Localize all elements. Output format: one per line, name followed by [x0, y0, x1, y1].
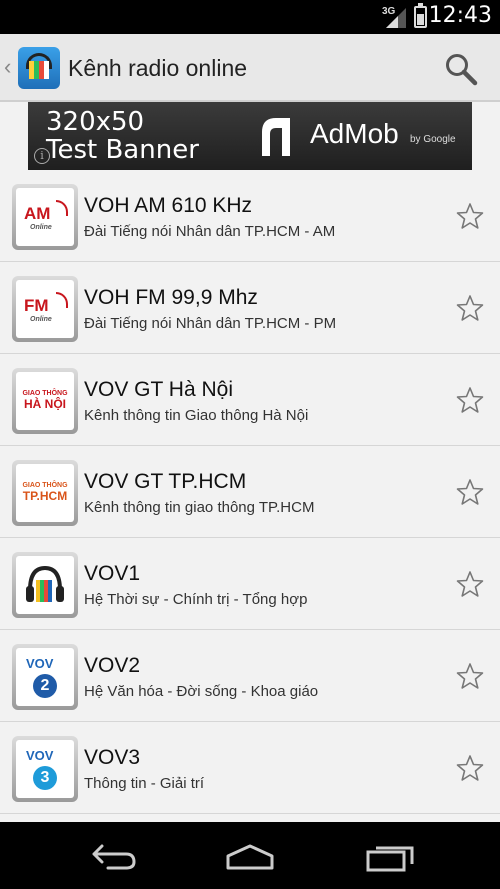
ad-test-text: 320x50 Test Banner [46, 107, 199, 165]
signal-icon [386, 8, 406, 28]
headphones-icon [22, 562, 68, 608]
recents-icon[interactable] [364, 842, 416, 872]
admob-brand: AdMob [310, 118, 399, 149]
station-logo-sub: Online [30, 316, 52, 323]
station-desc: Kênh thông tin giao thông TP.HCM [84, 499, 315, 516]
station-name: VOV1 [84, 562, 141, 585]
station-desc: Đài Tiếng nói Nhân dân TP.HCM - PM [84, 315, 337, 332]
station-name: VOV3 [84, 746, 141, 769]
station-name: VOV GT TP.HCM [84, 470, 247, 493]
favorite-star-icon[interactable] [456, 754, 484, 782]
station-logo-main: TP.HCM [22, 489, 68, 503]
station-logo [12, 552, 78, 618]
station-logo-main: VOV [26, 748, 54, 763]
battery-icon [414, 3, 427, 28]
back-icon[interactable] [86, 842, 138, 872]
station-list: AM Online VOH AM 610 KHz Đài Tiếng nói Nhân… [0, 170, 500, 822]
station-logo: AM Online [12, 184, 78, 250]
chevron-left-icon[interactable]: ‹ [4, 54, 11, 80]
status-bar: 3G 12:43 [0, 0, 500, 34]
station-logo-number: 3 [33, 766, 57, 790]
favorite-star-icon[interactable] [456, 202, 484, 230]
station-row[interactable]: GIAO THÔNG HÀ NỘI VOV GT Hà Nội Kênh thông … [0, 354, 500, 446]
station-logo-main: HÀ NỘI [24, 397, 66, 411]
station-row[interactable]: AM Online VOH AM 610 KHz Đài Tiếng nói Nhân… [0, 170, 500, 262]
favorite-star-icon[interactable] [456, 294, 484, 322]
favorite-star-icon[interactable] [456, 570, 484, 598]
station-desc: Kênh thông tin Giao thông Hà Nội [84, 407, 309, 424]
station-desc: Hệ Thời sự - Chính trị - Tổng hợp [84, 591, 308, 608]
station-logo-main: AM [24, 204, 51, 223]
station-logo-main: VOV [26, 656, 54, 671]
navigation-bar [0, 822, 500, 889]
admob-logo-icon [262, 118, 290, 156]
home-icon[interactable] [224, 842, 276, 872]
action-bar: ‹ Kênh radio online [0, 34, 500, 102]
station-logo-main: FM [24, 296, 49, 315]
station-desc: Hệ Văn hóa - Đời sống - Khoa giáo [84, 683, 319, 700]
station-desc: Đài Tiếng nói Nhân dân TP.HCM - AM [84, 223, 336, 240]
station-logo: FM Online [12, 276, 78, 342]
favorite-star-icon[interactable] [456, 662, 484, 690]
search-icon[interactable] [444, 52, 478, 86]
ad-banner[interactable]: 320x50 Test Banner AdMob by Google i [28, 102, 472, 170]
radio-app-icon[interactable] [18, 47, 60, 89]
favorite-star-icon[interactable] [456, 478, 484, 506]
station-row[interactable]: VOV1 Hệ Thời sự - Chính trị - Tổng hợp [0, 538, 500, 630]
station-logo: VOV 2 [12, 644, 78, 710]
station-desc: Thông tin - Giải trí [84, 775, 205, 792]
station-logo-sub: GIAO THÔNG [22, 482, 68, 489]
station-logo: VOV 3 [12, 736, 78, 802]
admob-by: by Google [410, 134, 456, 145]
station-row[interactable]: VOV 3 VOV3 Thông tin - Giải trí [0, 722, 500, 814]
station-name: VOV GT Hà Nội [84, 378, 233, 401]
station-logo: GIAO THÔNG HÀ NỘI [12, 368, 78, 434]
station-row[interactable]: FM Online VOH FM 99,9 Mhz Đài Tiếng nói Nhâ… [0, 262, 500, 354]
info-icon[interactable]: i [34, 148, 50, 164]
favorite-star-icon[interactable] [456, 386, 484, 414]
station-name: VOH FM 99,9 Mhz [84, 286, 258, 309]
clock: 12:43 [428, 3, 492, 28]
station-name: VOV2 [84, 654, 141, 677]
station-logo-sub: Online [30, 224, 52, 231]
station-logo: GIAO THÔNG TP.HCM [12, 460, 78, 526]
page-title: Kênh radio online [68, 55, 248, 81]
station-logo-sub: GIAO THÔNG [22, 390, 68, 397]
station-row[interactable]: GIAO THÔNG TP.HCM VOV GT TP.HCM Kênh thông … [0, 446, 500, 538]
station-logo-number: 2 [33, 674, 57, 698]
station-row[interactable]: VOV 2 VOV2 Hệ Văn hóa - Đời sống - Khoa giá… [0, 630, 500, 722]
station-name: VOH AM 610 KHz [84, 194, 253, 217]
